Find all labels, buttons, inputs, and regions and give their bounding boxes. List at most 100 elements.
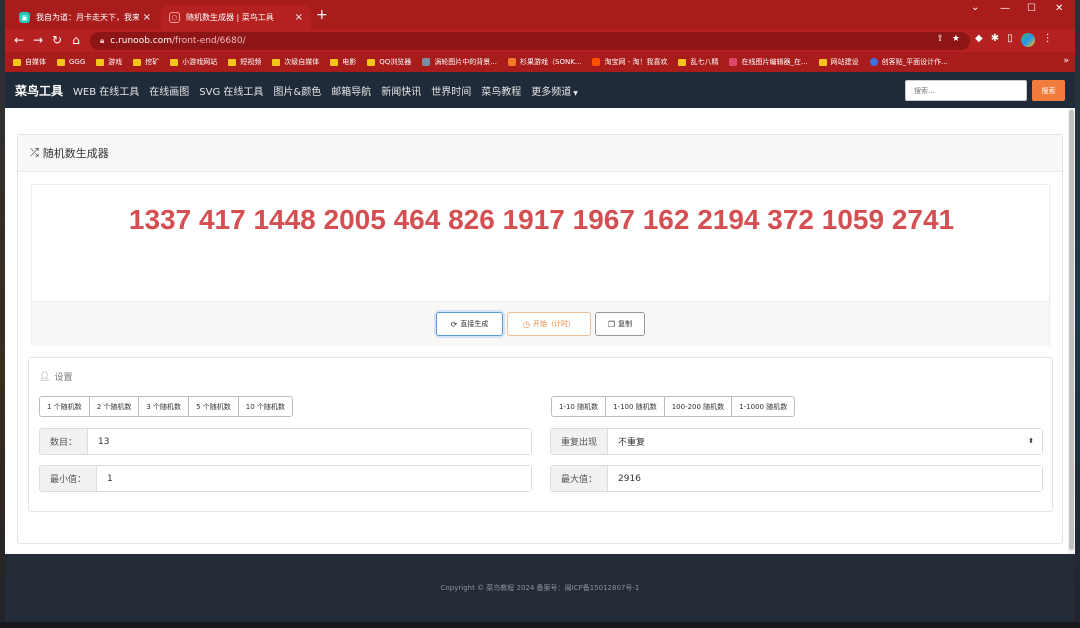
repeat-select[interactable]: 不重复 (608, 429, 1042, 454)
start-timer-button[interactable]: ◷ 开始（计时） (507, 312, 591, 336)
taobao-icon (592, 58, 601, 66)
result-box: 1337 417 1448 2005 464 826 1917 1967 162… (31, 184, 1050, 346)
browser-window: ▣ 我自为道：月卡走天下，我来证 × ⬡ 随机数生成器 | 菜鸟工具 × + ⌄… (5, 0, 1075, 622)
nav-world-time[interactable]: 世界时间 (431, 83, 471, 98)
scrollbar-thumb[interactable] (1069, 110, 1074, 550)
close-icon[interactable]: × (295, 12, 303, 23)
bookmark-item[interactable]: 游戏 (96, 57, 122, 67)
max-field: 最大值： 2916 (550, 465, 1043, 492)
bookmark-item[interactable]: 涡轮图片中的背景... (422, 57, 497, 67)
folder-icon (96, 58, 105, 66)
footer-copyright: Copyright © 菜鸟教程 2024 备案号：闽ICP备15012807号… (440, 584, 640, 592)
bookmark-item[interactable]: 淘宝网 - 淘！我喜欢 (592, 57, 667, 67)
address-bar[interactable]: 🔒︎ c.runoob.com /front-end/6680/ ⇪ ★ (90, 32, 970, 50)
lock-icon[interactable]: 🔒︎ (100, 36, 104, 46)
chuangkit-icon (869, 58, 878, 66)
profile-avatar[interactable] (1020, 33, 1035, 47)
user-gear-icon: 👤︎ (39, 371, 51, 382)
folder-icon (13, 58, 21, 66)
menu-dots-icon[interactable]: ⋮ (1043, 33, 1053, 47)
back-arrow-icon[interactable]: ← (11, 33, 27, 47)
site-search-button[interactable]: 搜索 (1032, 80, 1065, 101)
extension-icon[interactable]: ◆ (975, 33, 983, 47)
count-field: 数目： 13 (39, 428, 532, 455)
flame-icon (508, 58, 516, 66)
refresh-icon: ⟳ (450, 319, 458, 329)
folder-icon (272, 58, 281, 66)
preset-range-100-200[interactable]: 100-200 随机数 (663, 396, 733, 417)
preset-count-3[interactable]: 3 个随机数 (138, 396, 190, 417)
nav-email[interactable]: 邮箱导航 (331, 83, 371, 98)
bookmark-item[interactable]: 网站建设 (818, 57, 859, 67)
bookmark-item[interactable]: 杉果游戏（SONK... (508, 57, 581, 67)
bookmark-item[interactable]: 电影 (330, 57, 356, 67)
page-scrollbar[interactable] (1068, 108, 1075, 554)
bookmark-item[interactable]: 短视频 (228, 57, 261, 67)
nav-tutorial[interactable]: 菜鸟教程 (481, 83, 521, 98)
home-icon[interactable]: ⌂ (68, 33, 84, 47)
close-icon[interactable]: × (143, 12, 151, 23)
runoob-icon: ⬡ (169, 12, 180, 23)
browser-toolbar: ← → ↻ ⌂ 🔒︎ c.runoob.com /front-end/6680/… (5, 30, 1075, 52)
editor-icon (729, 58, 738, 66)
bookmark-item[interactable]: 挖矿 (133, 57, 159, 67)
maximize-button[interactable]: ☐ (1027, 3, 1036, 14)
folder-icon (133, 58, 142, 66)
url-host: c.runoob.com (110, 36, 172, 46)
max-label: 最大值： (551, 466, 609, 491)
preset-range-1-10[interactable]: 1-10 随机数 (551, 396, 607, 417)
min-input[interactable]: 1 (97, 466, 531, 491)
reload-icon[interactable]: ↻ (49, 33, 65, 47)
forward-arrow-icon[interactable]: → (30, 33, 46, 47)
tab-random-generator[interactable]: ⬡ 随机数生成器 | 菜鸟工具 × (161, 5, 311, 30)
bookmark-item[interactable]: QQ浏览器 (367, 57, 411, 67)
sidepanel-icon[interactable]: ▯ (1007, 33, 1013, 47)
share-icon[interactable]: ⇪ (936, 34, 944, 44)
folder-icon (330, 58, 339, 66)
settings-box: 👤︎ 设置 1 个随机数 2 个随机数 3 个随机数 5 个随机数 10 个随机… (28, 357, 1053, 512)
count-preset-group: 1 个随机数 2 个随机数 3 个随机数 5 个随机数 10 个随机数 (39, 396, 293, 417)
nav-more-channels[interactable]: 更多频道 ▼ (531, 83, 578, 98)
tab-title: 我自为道：月卡走天下，我来证 (36, 13, 139, 22)
copy-icon: ❐ (607, 319, 616, 329)
star-icon[interactable]: ★ (952, 34, 960, 44)
extension-bar: ◆ ✱ ▯ ⋮ (975, 33, 1053, 47)
nav-news[interactable]: 新闻快讯 (381, 83, 421, 98)
preset-count-5[interactable]: 5 个随机数 (188, 396, 239, 417)
nav-drawing[interactable]: 在线画图 (149, 83, 189, 98)
preset-count-2[interactable]: 2 个随机数 (88, 396, 140, 417)
window-close-button[interactable]: ✕ (1055, 3, 1063, 14)
tab-search-chevron-icon[interactable]: ⌄ (971, 2, 979, 13)
nav-web-tools[interactable]: WEB 在线工具 (73, 83, 139, 98)
repeat-field: 重复出现 不重复 ⬍ (550, 428, 1043, 455)
max-input[interactable]: 2916 (608, 466, 1042, 491)
preset-range-1-1000[interactable]: 1-1000 随机数 (731, 396, 796, 417)
puzzle-icon[interactable]: ✱ (991, 33, 999, 47)
folder-icon (57, 58, 65, 66)
bookmark-item[interactable]: 乱七八精 (678, 57, 718, 67)
preset-count-10[interactable]: 10 个随机数 (237, 396, 293, 417)
generator-panel: ⤮ 随机数生成器 1337 417 1448 2005 464 826 1917… (17, 134, 1063, 544)
bookmark-item[interactable]: 小游戏网站 (170, 57, 217, 67)
folder-icon (228, 58, 237, 66)
minimize-button[interactable]: — (1000, 3, 1010, 14)
tab-title: 随机数生成器 | 菜鸟工具 (186, 13, 274, 22)
count-label: 数目： (40, 429, 89, 454)
bookmark-item[interactable]: 在线图片编辑器_在... (729, 57, 808, 67)
count-input[interactable]: 13 (88, 429, 531, 454)
preset-range-1-100[interactable]: 1-100 随机数 (605, 396, 665, 417)
bookmark-item[interactable]: 自媒体 (13, 57, 46, 67)
bookmark-item[interactable]: 创客贴_平面设计作... (869, 57, 948, 67)
bookmark-item[interactable]: GGG (57, 58, 85, 66)
tab-bilibili[interactable]: ▣ 我自为道：月卡走天下，我来证 × (11, 5, 159, 30)
nav-svg-tools[interactable]: SVG 在线工具 (199, 83, 263, 98)
site-search-input[interactable] (905, 80, 1027, 101)
copy-button[interactable]: ❐ 复制 (595, 312, 645, 336)
site-brand[interactable]: 菜鸟工具 (15, 82, 63, 99)
nav-image-color[interactable]: 图片&颜色 (273, 83, 321, 98)
bookmark-item[interactable]: 次级自媒体 (272, 57, 319, 67)
preset-count-1[interactable]: 1 个随机数 (39, 396, 90, 417)
generate-button[interactable]: ⟳ 直接生成 (436, 312, 503, 336)
chevron-right-icon[interactable]: » (1063, 56, 1069, 66)
new-tab-button[interactable]: + (316, 7, 328, 23)
